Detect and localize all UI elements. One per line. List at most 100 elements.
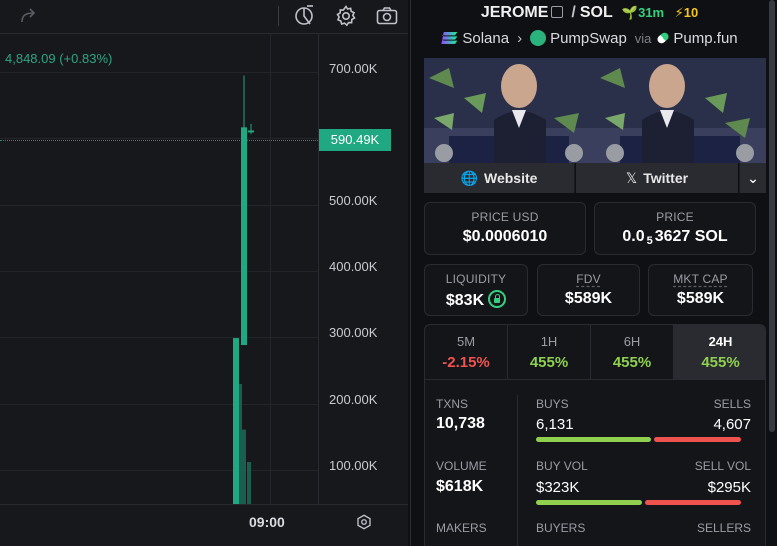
price-native-value: 0.0 5 3627 SOL bbox=[595, 228, 755, 247]
token-info-panel: JEROME / SOL 🌱31m ⚡10 Solana › PumpSwap via Pu… bbox=[410, 0, 777, 546]
sellers-label: SELLERS bbox=[696, 521, 751, 535]
seedling-icon: 🌱 bbox=[621, 5, 639, 20]
sells-ratio-bar bbox=[654, 437, 741, 442]
y-tick-label: 700.00K bbox=[329, 61, 378, 76]
copy-icon[interactable] bbox=[551, 6, 564, 18]
tab-5m[interactable]: 5M -2.15% bbox=[425, 325, 508, 380]
tab-label: 6H bbox=[623, 334, 641, 349]
y-tick-label: 300.00K bbox=[329, 325, 378, 340]
tab-label: 5M bbox=[456, 334, 476, 349]
camera-icon[interactable] bbox=[374, 4, 400, 28]
tab-24h[interactable]: 24H 455% bbox=[674, 325, 765, 380]
buys-ratio-bar bbox=[536, 437, 651, 442]
launchpad-name[interactable]: Pump.fun bbox=[673, 30, 737, 47]
makers-label: MAKERS bbox=[436, 521, 487, 535]
more-links-button[interactable]: ⌄ bbox=[739, 163, 766, 193]
market-cap-card: MKT CAP $589K bbox=[648, 264, 753, 316]
tab-change-value: 455% bbox=[612, 354, 652, 371]
price-native-label: PRICE bbox=[656, 210, 694, 224]
social-links: 🌐 Website 𝕏 Twitter ⌄ bbox=[424, 163, 766, 193]
tab-6h[interactable]: 6H 455% bbox=[591, 325, 674, 380]
x-logo-icon: 𝕏 bbox=[625, 170, 638, 186]
via-label: via bbox=[634, 31, 652, 46]
price-native-card: PRICE 0.0 5 3627 SOL bbox=[594, 202, 756, 255]
banner-art bbox=[424, 58, 595, 163]
sells-label: SELLS bbox=[713, 397, 751, 411]
chart-pane[interactable]: 4,848.09 (+0.83%) 700.00K 500.00K 400.00… bbox=[0, 0, 408, 546]
website-label: Website bbox=[484, 170, 538, 186]
txns-label: TXNS bbox=[436, 397, 469, 411]
price-native-zero-count: 5 bbox=[646, 235, 653, 247]
buys-label: BUYS bbox=[536, 397, 569, 411]
pair-age: 🌱31m bbox=[622, 5, 664, 20]
buy-vol-ratio-bar bbox=[536, 500, 642, 505]
boost-badge[interactable]: ⚡10 bbox=[675, 5, 699, 20]
quote-token: SOL bbox=[579, 4, 613, 21]
market-cap-label[interactable]: MKT CAP bbox=[649, 272, 752, 286]
liquidity-card: LIQUIDITY $83K bbox=[424, 264, 528, 316]
txns-value: 10,738 bbox=[436, 415, 485, 432]
fdv-card: FDV $589K bbox=[537, 264, 640, 316]
sells-value: 4,607 bbox=[713, 416, 751, 433]
fdv-label[interactable]: FDV bbox=[538, 272, 639, 286]
redo-icon[interactable] bbox=[16, 4, 42, 28]
pair-title: JEROME / SOL 🌱31m ⚡10 bbox=[411, 4, 768, 22]
y-tick-label: 100.00K bbox=[329, 458, 378, 473]
price-axis[interactable]: 700.00K 500.00K 400.00K 300.00K 200.00K … bbox=[318, 34, 408, 504]
lock-icon[interactable] bbox=[488, 290, 507, 308]
twitter-label: Twitter bbox=[643, 170, 689, 186]
boost-count: 10 bbox=[683, 5, 699, 20]
fdv-value: $589K bbox=[564, 290, 613, 307]
time-axis[interactable]: 09:00 bbox=[0, 504, 408, 546]
volume-bar bbox=[247, 462, 251, 504]
y-tick-label: 400.00K bbox=[329, 259, 378, 274]
gear-icon[interactable] bbox=[333, 4, 359, 28]
chart-toolbar bbox=[0, 0, 408, 34]
liquidity-label: LIQUIDITY bbox=[445, 272, 507, 286]
liquidity-amount: $83K bbox=[445, 292, 485, 309]
price-usd-card: PRICE USD $0.0006010 bbox=[424, 202, 586, 255]
price-usd-label: PRICE USD bbox=[471, 210, 539, 224]
chain-name[interactable]: Solana bbox=[462, 30, 509, 47]
market-cap-value: $589K bbox=[676, 290, 725, 307]
axis-settings-icon[interactable] bbox=[355, 513, 373, 531]
price-native-digits: 3627 SOL bbox=[654, 228, 728, 245]
current-price-tag: 590.49K bbox=[319, 129, 391, 151]
pair-separator: / bbox=[571, 4, 576, 21]
tab-1h[interactable]: 1H 455% bbox=[508, 325, 591, 380]
banner-art bbox=[595, 58, 766, 163]
volume-bar bbox=[242, 429, 246, 504]
volume-label: VOLUME bbox=[436, 459, 487, 473]
pumpswap-icon bbox=[530, 30, 547, 46]
website-button[interactable]: 🌐 Website bbox=[424, 163, 575, 193]
scrollbar-thumb[interactable] bbox=[769, 0, 775, 432]
candle-body[interactable] bbox=[248, 130, 254, 133]
current-price-line bbox=[0, 140, 318, 141]
price-native-prefix: 0.0 bbox=[622, 228, 645, 245]
twitter-button[interactable]: 𝕏 Twitter bbox=[576, 163, 738, 193]
candlestick-chart[interactable] bbox=[0, 34, 318, 504]
dex-name[interactable]: PumpSwap bbox=[550, 30, 627, 47]
tab-change-value: -2.15% bbox=[442, 354, 490, 371]
price-usd-value: $0.0006010 bbox=[462, 228, 548, 245]
toolbar-separator bbox=[278, 6, 279, 26]
token-name: JEROME bbox=[480, 4, 549, 21]
volume-value: $618K bbox=[436, 478, 484, 495]
tab-label: 1H bbox=[540, 334, 558, 349]
buys-value: 6,131 bbox=[536, 416, 574, 433]
replay-icon[interactable] bbox=[292, 4, 318, 28]
transaction-stats: 5M -2.15% 1H 455% 6H 455% 24H 455% TXNS … bbox=[424, 324, 766, 546]
tab-change-value: 455% bbox=[701, 354, 740, 371]
stats-divider bbox=[517, 395, 518, 546]
solana-icon bbox=[441, 32, 458, 44]
buyers-label: BUYERS bbox=[536, 521, 586, 535]
sell-vol-ratio-bar bbox=[645, 500, 741, 505]
candle-body[interactable] bbox=[241, 127, 247, 346]
globe-icon: 🌐 bbox=[460, 170, 478, 186]
liquidity-value: $83K bbox=[425, 290, 527, 310]
chevron-right-icon: › bbox=[517, 30, 523, 47]
pumpfun-icon bbox=[656, 31, 671, 45]
candle-body[interactable] bbox=[233, 338, 239, 504]
lightning-icon: ⚡ bbox=[674, 5, 684, 20]
timeframe-tabs: 5M -2.15% 1H 455% 6H 455% 24H 455% bbox=[425, 325, 765, 380]
